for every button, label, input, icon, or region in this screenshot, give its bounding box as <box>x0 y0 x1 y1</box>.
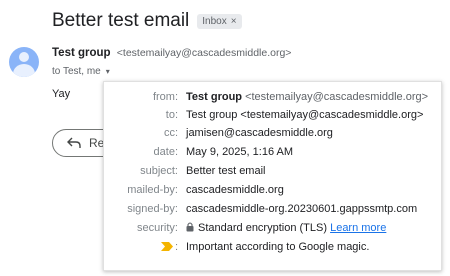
inbox-label-text: Inbox <box>202 15 227 27</box>
signed-by-value: cascadesmiddle-org.20230601.gappssmtp.co… <box>186 203 418 215</box>
learn-more-link[interactable]: Learn more <box>330 222 386 234</box>
details-row-date: date: May 9, 2025, 1:16 AM <box>104 143 443 161</box>
to-key: to: <box>165 109 178 121</box>
signed-by-key: signed-by: <box>127 203 178 215</box>
details-row-importance: : Important according to Google magic. <box>104 238 443 256</box>
security-key: security: <box>137 222 178 234</box>
sender-avatar[interactable] <box>9 47 39 77</box>
sender-line: Test group <testemailyay@cascadesmiddle.… <box>52 47 291 59</box>
mailed-by-key: mailed-by: <box>127 184 178 196</box>
importance-value: Important according to Google magic. <box>186 241 370 253</box>
details-row-security: security: Standard encryption (TLS) Lear… <box>104 219 443 237</box>
cc-value: jamisen@cascadesmiddle.org <box>186 127 333 139</box>
email-subject: Better test email <box>52 10 190 31</box>
avatar-body <box>13 64 35 77</box>
subject-row: Better test email Inbox × <box>52 8 242 34</box>
details-row-cc: cc: jamisen@cascadesmiddle.org <box>104 124 443 142</box>
lock-icon <box>186 222 194 232</box>
email-body: Yay <box>52 88 71 100</box>
sender-name[interactable]: Test group <box>52 47 111 59</box>
date-value: May 9, 2025, 1:16 AM <box>186 146 294 158</box>
importance-key: : <box>174 241 178 253</box>
details-row-mailed-by: mailed-by: cascadesmiddle.org <box>104 181 443 199</box>
avatar-head <box>19 52 29 62</box>
security-value: Standard encryption (TLS) Learn more <box>186 219 386 237</box>
show-details-caret-icon[interactable]: ▾ <box>106 67 110 76</box>
date-key: date: <box>153 146 178 158</box>
details-row-from: from: Test group <testemailyay@cascadesm… <box>104 88 443 106</box>
mailed-by-value: cascadesmiddle.org <box>186 184 284 196</box>
details-row-subject: subject: Better test email <box>104 162 443 180</box>
recipients-text: to Test, me <box>52 66 101 77</box>
remove-label-button[interactable]: × <box>231 16 237 27</box>
inbox-label-chip[interactable]: Inbox × <box>197 13 242 29</box>
importance-marker-icon <box>161 242 173 251</box>
message-details-popup: from: Test group <testemailyay@cascadesm… <box>103 81 442 271</box>
from-value: Test group <testemailyay@cascadesmiddle.… <box>186 88 428 106</box>
from-key: from: <box>152 91 178 103</box>
recipients-line: to Test, me ▾ <box>52 66 110 77</box>
from-email: <testemailyay@cascadesmiddle.org> <box>245 91 429 103</box>
subject-key: subject: <box>140 165 178 177</box>
details-row-to: to: Test group <testemailyay@cascadesmid… <box>104 106 443 124</box>
cc-key: cc: <box>163 127 178 139</box>
reply-icon <box>67 137 81 148</box>
from-name: Test group <box>186 91 243 103</box>
details-row-signed-by: signed-by: cascadesmiddle-org.20230601.g… <box>104 200 443 218</box>
subject-value: Better test email <box>186 165 266 177</box>
to-value: Test group <testemailyay@cascadesmiddle.… <box>186 109 424 121</box>
sender-email: <testemailyay@cascadesmiddle.org> <box>116 47 292 59</box>
security-text: Standard encryption (TLS) <box>198 222 328 234</box>
